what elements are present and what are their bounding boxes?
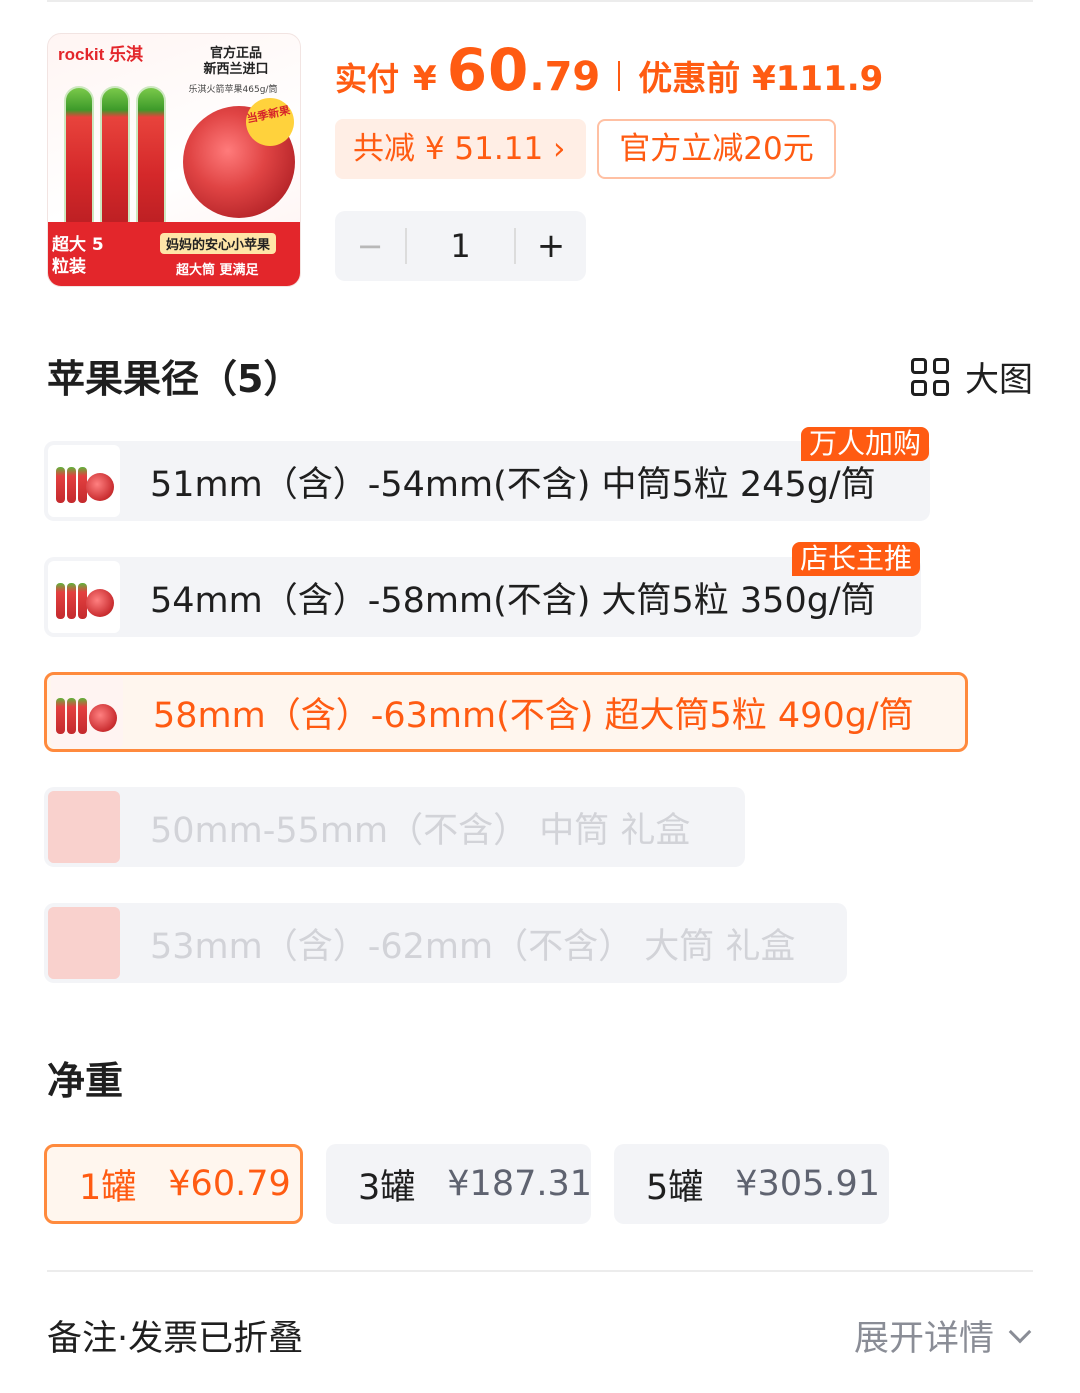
weight-price: ¥187.31: [447, 1164, 593, 1204]
total-discount-button[interactable]: 共减 ¥ 51.11 ›: [335, 119, 586, 179]
slogan-secondary: 超大筒 更满足: [176, 263, 259, 278]
option-thumbnail: [48, 445, 120, 517]
weight-option[interactable]: 5罐 ¥305.91: [614, 1144, 889, 1224]
big-image-toggle[interactable]: 大图: [911, 352, 1033, 401]
diameter-option-selected[interactable]: 58mm（含）-63mm(不含) 超大筒5粒 490g/筒: [44, 672, 968, 752]
option-thumbnail: [48, 561, 120, 633]
original-price: 优惠前 ¥111.9: [638, 59, 884, 99]
weight-option-selected[interactable]: 1罐 ¥60.79: [44, 1144, 303, 1224]
weight-section-title: 净重: [47, 1059, 124, 1103]
pack-text: 超大 5粒装: [52, 235, 104, 277]
apple-tube-image: [100, 86, 130, 236]
popular-tag: 万人加购: [801, 427, 930, 461]
paid-price-integer: 60: [446, 36, 530, 104]
option-label: 50mm-55mm（不含） 中筒 礼盒: [150, 810, 691, 851]
decrement-button[interactable]: −: [335, 227, 405, 265]
expand-details-button[interactable]: 展开详情: [853, 1310, 1032, 1361]
diameter-option[interactable]: 54mm（含）-58mm(不含) 大筒5粒 350g/筒: [44, 557, 921, 637]
section-divider: [47, 1270, 1033, 1272]
auth-badge: 官方正品 新西兰进口: [203, 46, 269, 77]
paid-price-decimal: .79: [529, 54, 601, 100]
option-thumbnail: [48, 791, 120, 863]
spec-text: 乐淇火箭苹果465g/筒: [188, 85, 278, 95]
weight-qty: 5罐: [646, 1167, 704, 1208]
weight-price: ¥305.91: [735, 1164, 881, 1204]
grid-view-icon: [911, 357, 949, 396]
weight-option[interactable]: 3罐 ¥187.31: [326, 1144, 593, 1224]
currency-symbol: ¥: [413, 59, 437, 99]
increment-button[interactable]: +: [516, 226, 586, 266]
slogan: 妈妈的安心小苹果: [160, 233, 277, 254]
big-image-label: 大图: [965, 360, 1033, 400]
option-label: 54mm（含）-58mm(不含) 大筒5粒 350g/筒: [150, 580, 876, 621]
product-thumbnail[interactable]: rockit 乐淇 官方正品 新西兰进口 乐淇火箭苹果465g/筒 当季新果 超…: [47, 33, 301, 287]
recommended-tag: 店长主推: [792, 542, 921, 576]
quantity-stepper: − 1 +: [335, 211, 586, 281]
paid-label: 实付: [335, 60, 400, 98]
apple-tube-image: [136, 86, 166, 236]
weight-qty: 1罐: [79, 1167, 137, 1208]
expand-details-label: 展开详情: [853, 1319, 994, 1359]
option-thumbnail: [48, 907, 120, 979]
quantity-value[interactable]: 1: [407, 227, 514, 265]
weight-price: ¥60.79: [168, 1164, 291, 1204]
diameter-option[interactable]: 51mm（含）-54mm(不含) 中筒5粒 245g/筒: [44, 441, 930, 521]
remarks-invoice-label: 备注·发票已折叠: [47, 1319, 304, 1359]
weight-qty: 3罐: [358, 1167, 416, 1208]
top-divider: [47, 0, 1033, 2]
official-coupon-badge: 官方立减20元: [597, 119, 836, 179]
option-label: 53mm（含）-62mm（不含） 大筒 礼盒: [150, 926, 796, 967]
diameter-section-title: 苹果果径（5）: [47, 357, 302, 401]
diameter-option-disabled: 53mm（含）-62mm（不含） 大筒 礼盒: [44, 903, 847, 983]
option-label: 58mm（含）-63mm(不含) 超大筒5粒 490g/筒: [153, 695, 914, 736]
option-thumbnail: [51, 676, 123, 748]
diameter-option-disabled: 50mm-55mm（不含） 中筒 礼盒: [44, 787, 745, 867]
chevron-down-icon: [1008, 1320, 1032, 1343]
price-row: 实付 ¥ 60 .79 优惠前 ¥111.9: [335, 36, 883, 116]
option-label: 51mm（含）-54mm(不含) 中筒5粒 245g/筒: [150, 464, 876, 505]
apple-tube-image: [64, 86, 94, 236]
brand-logo: rockit 乐淇: [58, 45, 144, 64]
price-separator: [618, 61, 621, 91]
